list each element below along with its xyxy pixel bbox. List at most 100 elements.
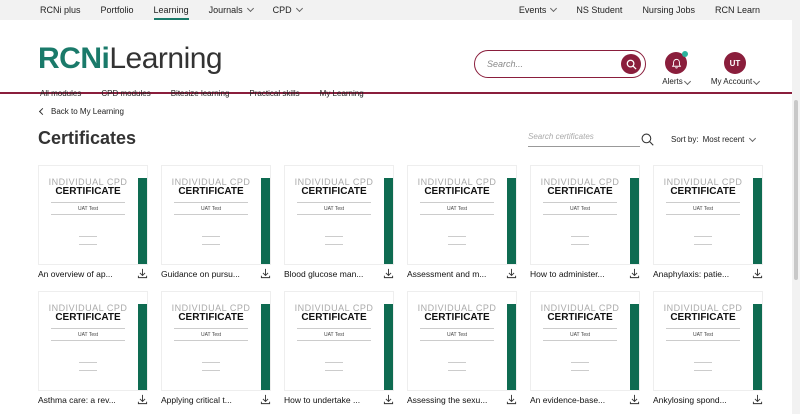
certificate-card[interactable]: INDIVIDUAL CPD CERTIFICATE UAT Test Assessi… — [407, 291, 517, 405]
certificate-title[interactable]: Assessment and m... — [407, 269, 501, 279]
certificate-thumbnail[interactable]: INDIVIDUAL CPD CERTIFICATE UAT Test — [38, 165, 148, 265]
nav-rcni-plus[interactable]: RCNi plus — [40, 0, 81, 20]
certificate-card[interactable]: INDIVIDUAL CPD CERTIFICATE UAT Test Blood g… — [284, 165, 394, 279]
nav-events[interactable]: Events — [519, 0, 558, 20]
my-account-button[interactable]: UT My Account — [705, 52, 765, 86]
certificate-title[interactable]: Assessing the sexu... — [407, 395, 501, 405]
sub-navigation: All modules CPD modules Bitesize learnin… — [40, 89, 364, 98]
cert-recipient: UAT Test — [569, 206, 590, 212]
download-icon[interactable] — [383, 394, 394, 405]
certificate-title[interactable]: How to administer... — [530, 269, 624, 279]
scrollbar-thumb[interactable] — [794, 100, 798, 280]
cert-rule — [420, 328, 494, 329]
cert-rule — [79, 244, 97, 245]
certificate-card[interactable]: INDIVIDUAL CPD CERTIFICATE UAT Test Anaphyl… — [653, 165, 763, 279]
download-icon[interactable] — [260, 268, 271, 279]
cert-heading: CERTIFICATE — [178, 312, 244, 323]
subnav-practical-skills[interactable]: Practical skills — [249, 89, 299, 98]
certificate-title[interactable]: An overview of ap... — [38, 269, 132, 279]
certificate-card[interactable]: INDIVIDUAL CPD CERTIFICATE UAT Test Asthma … — [38, 291, 148, 405]
download-icon[interactable] — [506, 394, 517, 405]
certificate-title[interactable]: Applying critical t... — [161, 395, 255, 405]
certificate-thumbnail[interactable]: INDIVIDUAL CPD CERTIFICATE UAT Test — [530, 291, 640, 391]
certificate-thumbnail[interactable]: INDIVIDUAL CPD CERTIFICATE UAT Test — [161, 165, 271, 265]
certificate-search-input[interactable]: Search certificates — [528, 132, 640, 147]
search-button[interactable] — [621, 54, 641, 74]
nav-ns-student[interactable]: NS Student — [576, 0, 622, 20]
nav-cpd[interactable]: CPD — [273, 0, 303, 20]
certificate-card[interactable]: INDIVIDUAL CPD CERTIFICATE UAT Test How to … — [530, 165, 640, 279]
certificate-thumbnail[interactable]: INDIVIDUAL CPD CERTIFICATE UAT Test — [38, 291, 148, 391]
certificate-thumbnail[interactable]: INDIVIDUAL CPD CERTIFICATE UAT Test — [407, 165, 517, 265]
cert-rule — [325, 236, 343, 237]
cert-rule — [202, 236, 220, 237]
back-link[interactable]: Back to My Learning — [38, 107, 124, 116]
chevron-down-icon — [749, 134, 757, 142]
cert-rule — [297, 340, 371, 341]
search-input[interactable]: Search... — [487, 59, 523, 69]
certificate-title[interactable]: Anaphylaxis: patie... — [653, 269, 747, 279]
certificate-card[interactable]: INDIVIDUAL CPD CERTIFICATE UAT Test Applyin… — [161, 291, 271, 405]
certificate-card[interactable]: INDIVIDUAL CPD CERTIFICATE UAT Test How to … — [284, 291, 394, 405]
certificate-title[interactable]: Ankylosing spond... — [653, 395, 747, 405]
certificate-title[interactable]: How to undertake ... — [284, 395, 378, 405]
search-icon[interactable] — [641, 133, 654, 146]
certificate-thumbnail[interactable]: INDIVIDUAL CPD CERTIFICATE UAT Test — [407, 291, 517, 391]
download-icon[interactable] — [383, 268, 394, 279]
subnav-my-learning[interactable]: My Learning — [320, 89, 364, 98]
cert-recipient: UAT Test — [446, 206, 467, 212]
sort-dropdown[interactable]: Sort by: Most recent — [671, 134, 757, 144]
certificate-thumbnail[interactable]: INDIVIDUAL CPD CERTIFICATE UAT Test — [653, 165, 763, 265]
download-icon[interactable] — [137, 394, 148, 405]
subnav-bitesize-learning[interactable]: Bitesize learning — [171, 89, 230, 98]
certificate-card[interactable]: INDIVIDUAL CPD CERTIFICATE UAT Test Ankylos… — [653, 291, 763, 405]
cert-rule — [202, 370, 220, 371]
cert-rule — [51, 328, 125, 329]
cert-recipient: UAT Test — [692, 206, 713, 212]
download-icon[interactable] — [629, 268, 640, 279]
cert-rule — [202, 244, 220, 245]
certificate-title[interactable]: An evidence-base... — [530, 395, 624, 405]
search-box[interactable]: Search... — [474, 50, 646, 78]
certificate-card[interactable]: INDIVIDUAL CPD CERTIFICATE UAT Test An evid… — [530, 291, 640, 405]
cert-recipient: UAT Test — [77, 206, 98, 212]
download-icon[interactable] — [752, 394, 763, 405]
cert-rule — [202, 362, 220, 363]
page-title: Certificates — [38, 128, 137, 148]
top-nav-right: Events NS Student Nursing Jobs RCN Learn — [519, 0, 760, 20]
subnav-cpd-modules[interactable]: CPD modules — [101, 89, 150, 98]
certificate-title[interactable]: Blood glucose man... — [284, 269, 378, 279]
cert-rule — [79, 370, 97, 371]
certificate-thumbnail[interactable]: INDIVIDUAL CPD CERTIFICATE UAT Test — [530, 165, 640, 265]
subnav-all-modules[interactable]: All modules — [40, 89, 81, 98]
scrollbar[interactable] — [792, 0, 800, 414]
certificate-card[interactable]: INDIVIDUAL CPD CERTIFICATE UAT Test Guidanc… — [161, 165, 271, 279]
certificate-title[interactable]: Asthma care: a rev... — [38, 395, 132, 405]
nav-journals[interactable]: Journals — [209, 0, 254, 20]
certificate-thumbnail[interactable]: INDIVIDUAL CPD CERTIFICATE UAT Test — [653, 291, 763, 391]
cert-rule — [297, 202, 371, 203]
nav-portfolio[interactable]: Portfolio — [101, 0, 134, 20]
cert-rule — [297, 328, 371, 329]
certificate-card[interactable]: INDIVIDUAL CPD CERTIFICATE UAT Test An over… — [38, 165, 148, 279]
download-icon[interactable] — [629, 394, 640, 405]
download-icon[interactable] — [137, 268, 148, 279]
download-icon[interactable] — [506, 268, 517, 279]
cert-rule — [543, 202, 617, 203]
nav-learning[interactable]: Learning — [153, 0, 189, 20]
certificate-card[interactable]: INDIVIDUAL CPD CERTIFICATE UAT Test Assessm… — [407, 165, 517, 279]
cert-rule — [325, 370, 343, 371]
alerts-button[interactable]: Alerts — [661, 51, 691, 86]
cert-rule — [666, 328, 740, 329]
nav-rcn-learn[interactable]: RCN Learn — [715, 0, 760, 20]
certificate-thumbnail[interactable]: INDIVIDUAL CPD CERTIFICATE UAT Test — [284, 291, 394, 391]
certificate-title[interactable]: Guidance on pursu... — [161, 269, 255, 279]
cert-recipient: UAT Test — [77, 332, 98, 338]
certificate-thumbnail[interactable]: INDIVIDUAL CPD CERTIFICATE UAT Test — [161, 291, 271, 391]
download-icon[interactable] — [752, 268, 763, 279]
rcni-learning-logo[interactable]: RCNiLearning — [38, 44, 223, 74]
certificate-thumbnail[interactable]: INDIVIDUAL CPD CERTIFICATE UAT Test — [284, 165, 394, 265]
download-icon[interactable] — [260, 394, 271, 405]
cert-rule — [694, 362, 712, 363]
nav-nursing-jobs[interactable]: Nursing Jobs — [642, 0, 695, 20]
